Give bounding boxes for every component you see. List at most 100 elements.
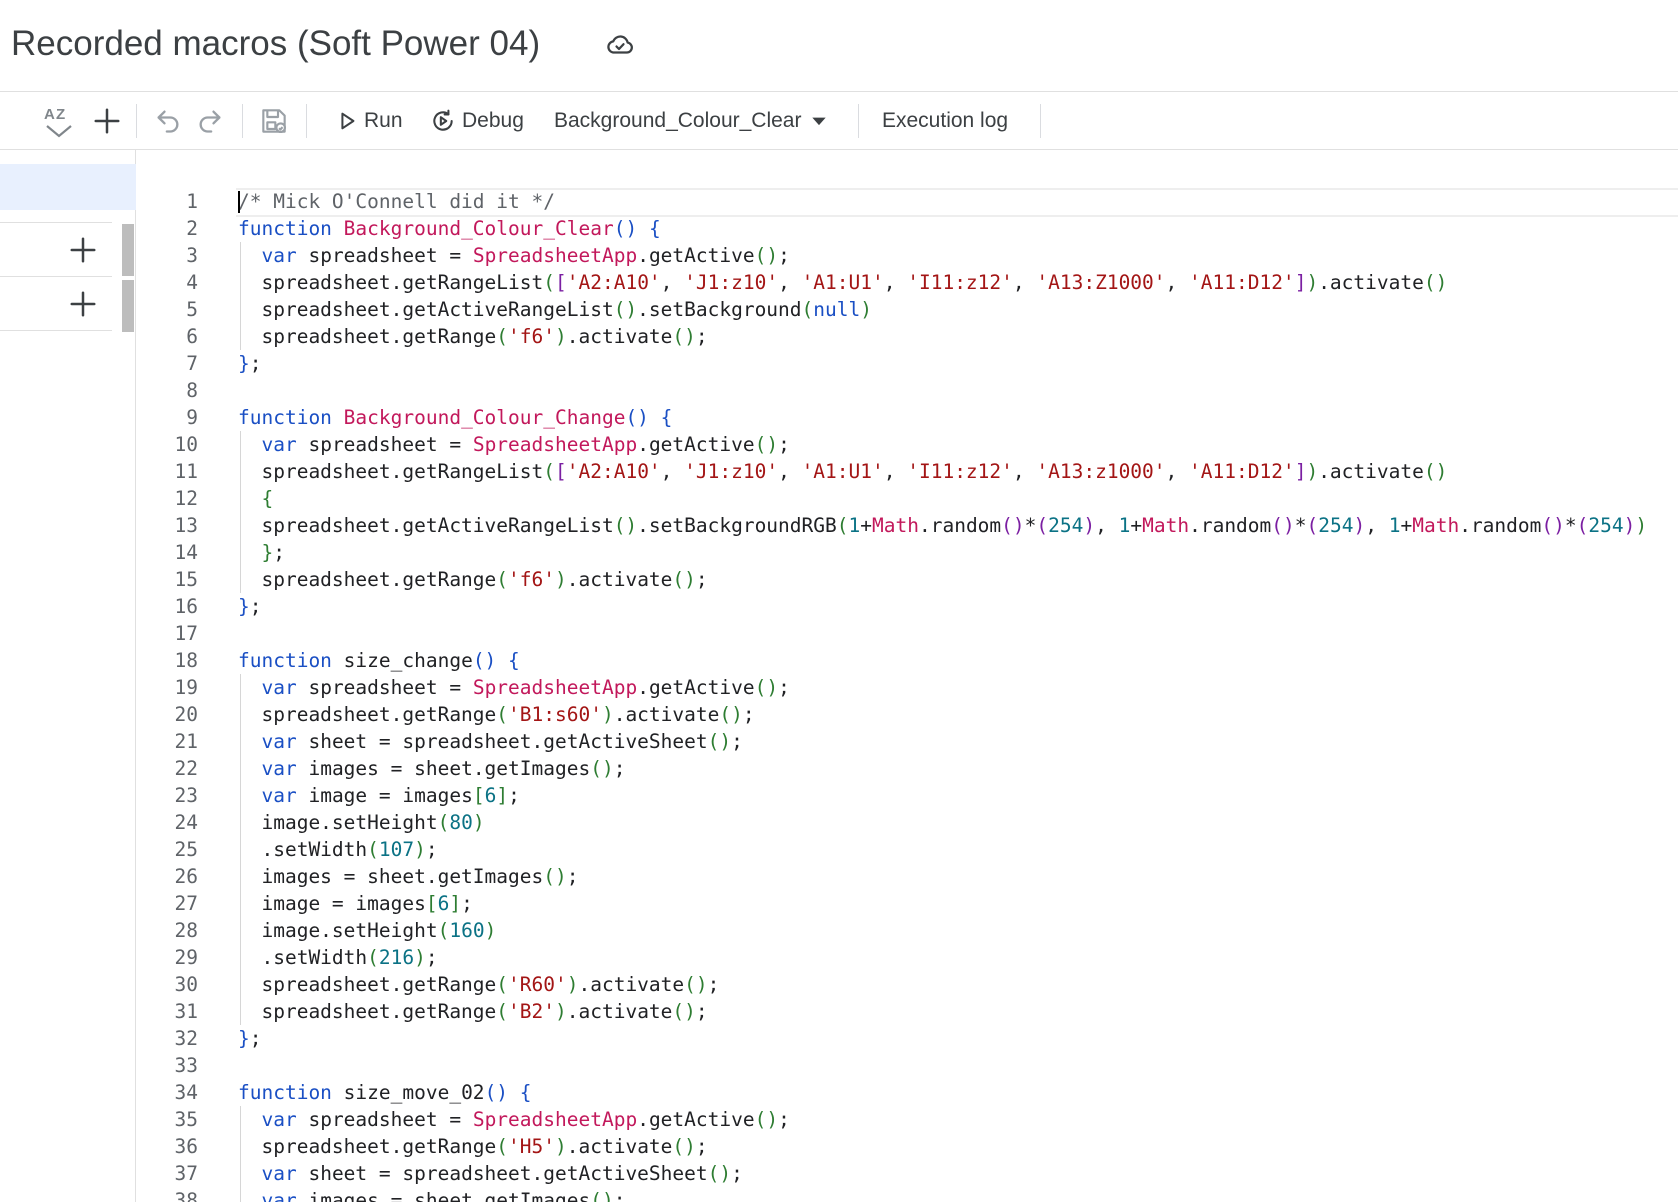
text-cursor bbox=[238, 191, 240, 213]
line-text: var spreadsheet = SpreadsheetApp.getActi… bbox=[261, 1108, 790, 1131]
line-number: 7 bbox=[186, 352, 198, 375]
play-icon bbox=[341, 112, 355, 130]
redo-button[interactable] bbox=[196, 92, 224, 150]
redo-icon bbox=[199, 110, 221, 133]
toolbar: A Z Run Debug Background_Colour_Clear Ex… bbox=[0, 92, 1678, 150]
add-file-button[interactable] bbox=[92, 92, 122, 150]
line-text: spreadsheet.getRange('f6').activate(); bbox=[238, 325, 708, 348]
line-number: 24 bbox=[174, 811, 198, 834]
line-number: 31 bbox=[174, 1000, 198, 1023]
title-bar: Recorded macros (Soft Power 04) bbox=[0, 0, 1678, 92]
line-number: 21 bbox=[174, 730, 198, 753]
run-label: Run bbox=[364, 109, 403, 132]
line-number: 5 bbox=[186, 298, 198, 321]
sidebar-scrollbar[interactable] bbox=[122, 224, 134, 276]
svg-text:Z: Z bbox=[56, 106, 65, 123]
cloud-check-icon[interactable] bbox=[605, 30, 635, 60]
line-text: image.setHeight(160) bbox=[238, 919, 497, 942]
line-text: var spreadsheet = SpreadsheetApp.getActi… bbox=[261, 676, 790, 699]
line-text: image.setHeight(80) bbox=[238, 811, 485, 834]
line-text: var images = sheet.getImages(); bbox=[261, 757, 626, 780]
line-text: spreadsheet.getRange('B2').activate(); bbox=[238, 1000, 708, 1023]
line-number: 26 bbox=[174, 865, 198, 888]
plus-icon bbox=[70, 291, 96, 317]
line-number: 32 bbox=[174, 1027, 198, 1050]
line-number: 22 bbox=[174, 757, 198, 780]
line-text: images = sheet.getImages(); bbox=[238, 865, 579, 888]
toolbar-divider bbox=[136, 104, 137, 138]
line-number: 10 bbox=[174, 433, 198, 456]
line-number: 6 bbox=[186, 325, 198, 348]
line-number: 20 bbox=[174, 703, 198, 726]
line-number: 18 bbox=[174, 649, 198, 672]
dropdown-arrow-icon bbox=[812, 117, 827, 126]
line-number: 2 bbox=[186, 217, 198, 240]
line-number: 15 bbox=[174, 568, 198, 591]
line-text: }; bbox=[238, 595, 262, 618]
sort-az-icon[interactable]: A Z bbox=[42, 92, 76, 150]
line-number: 35 bbox=[174, 1108, 198, 1131]
line-text: spreadsheet.getRangeList(['A2:A10', 'J1:… bbox=[238, 460, 1448, 483]
project-title[interactable]: Recorded macros (Soft Power 04) bbox=[11, 22, 540, 66]
line-number: 14 bbox=[174, 541, 198, 564]
add-service-button[interactable] bbox=[68, 289, 98, 319]
line-text: spreadsheet.getRange('B1:s60').activate(… bbox=[238, 703, 755, 726]
line-number: 28 bbox=[174, 919, 198, 942]
undo-button[interactable] bbox=[154, 92, 182, 150]
line-number: 9 bbox=[186, 406, 198, 429]
toolbar-divider bbox=[1040, 104, 1041, 138]
line-text: spreadsheet.getActiveRangeList().setBack… bbox=[238, 514, 1648, 537]
line-number: 29 bbox=[174, 946, 198, 969]
line-number: 12 bbox=[174, 487, 198, 510]
toolbar-divider bbox=[242, 104, 243, 138]
save-drive-icon bbox=[262, 109, 287, 134]
code-editor[interactable]: 1 /* Mick O'Connell did it */ 2 function Ba… bbox=[136, 150, 1678, 1202]
line-text: function Background_Colour_Clear() { bbox=[238, 217, 661, 240]
line-text: }; bbox=[238, 1027, 262, 1050]
plus-icon bbox=[94, 108, 120, 134]
line-text: spreadsheet.getRange('R60').activate(); bbox=[238, 973, 720, 996]
line-text: spreadsheet.getRange('f6').activate(); bbox=[238, 568, 708, 591]
add-library-button[interactable] bbox=[68, 235, 98, 265]
undo-icon bbox=[157, 110, 179, 133]
line-text: }; bbox=[261, 541, 285, 564]
line-number: 8 bbox=[186, 379, 198, 402]
line-text: var sheet = spreadsheet.getActiveSheet()… bbox=[261, 730, 743, 753]
line-text: var image = images[6]; bbox=[261, 784, 520, 807]
line-number: 30 bbox=[174, 973, 198, 996]
debug-button[interactable]: Debug bbox=[430, 92, 524, 150]
svg-text:A: A bbox=[44, 106, 55, 123]
line-number: 19 bbox=[174, 676, 198, 699]
line-text: .setWidth(216); bbox=[238, 946, 438, 969]
line-number: 38 bbox=[174, 1189, 198, 1202]
debug-label: Debug bbox=[462, 109, 524, 132]
function-select[interactable]: Background_Colour_Clear bbox=[554, 92, 829, 150]
line-text: var spreadsheet = SpreadsheetApp.getActi… bbox=[261, 433, 790, 456]
line-number: 1 bbox=[186, 190, 198, 213]
sidebar-scrollbar[interactable] bbox=[122, 280, 134, 332]
line-text: function size_move_02() { bbox=[238, 1081, 532, 1104]
line-number: 23 bbox=[174, 784, 198, 807]
save-button[interactable] bbox=[258, 92, 290, 150]
line-number: 33 bbox=[174, 1054, 198, 1077]
line-text: { bbox=[261, 487, 274, 510]
execution-log-label: Execution log bbox=[882, 109, 1009, 132]
line-number: 25 bbox=[174, 838, 198, 861]
line-number: 11 bbox=[174, 460, 198, 483]
execution-log-button[interactable]: Execution log bbox=[882, 92, 1008, 150]
line-number: 37 bbox=[174, 1162, 198, 1185]
line-number: 3 bbox=[186, 244, 198, 267]
line-number: 36 bbox=[174, 1135, 198, 1158]
function-select-value: Background_Colour_Clear bbox=[554, 109, 802, 132]
line-number: 34 bbox=[174, 1081, 198, 1104]
line-text: var spreadsheet = SpreadsheetApp.getActi… bbox=[261, 244, 790, 267]
line-text: spreadsheet.getRangeList(['A2:A10', 'J1:… bbox=[238, 271, 1448, 294]
line-text: var sheet = spreadsheet.getActiveSheet()… bbox=[261, 1162, 743, 1185]
line-text: function size_change() { bbox=[238, 649, 520, 672]
run-button[interactable]: Run bbox=[336, 92, 403, 150]
line-text: spreadsheet.getActiveRangeList().setBack… bbox=[238, 298, 873, 321]
sidebar-section-libraries bbox=[0, 222, 112, 276]
selected-file-item[interactable] bbox=[0, 164, 136, 210]
toolbar-divider bbox=[858, 104, 859, 138]
line-number: 27 bbox=[174, 892, 198, 915]
